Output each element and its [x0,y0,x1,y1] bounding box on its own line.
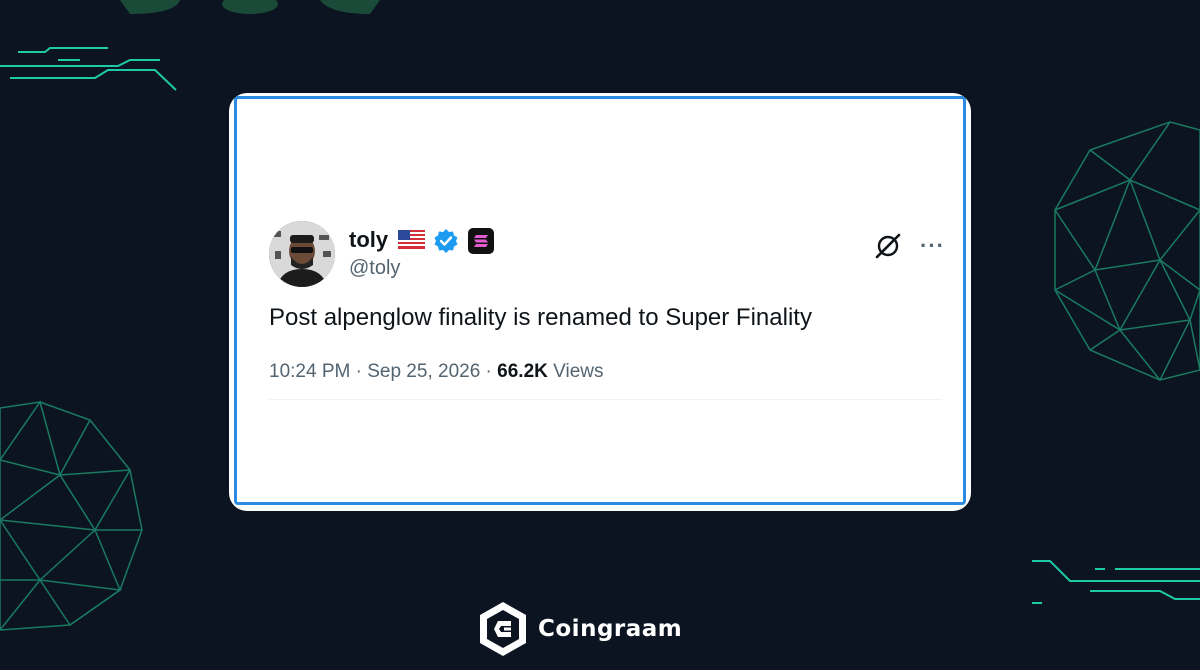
more-options-icon[interactable]: ··· [920,235,945,257]
views-count: 66.2K [497,361,548,382]
circuit-lines-top-left [0,47,177,91]
tweet-time[interactable]: 10:24 PM [269,361,350,382]
avatar-image [269,221,335,287]
display-name[interactable]: toly [349,227,388,253]
brand-name: Coingraam [538,616,683,642]
verified-badge-icon[interactable] [433,228,459,254]
meta-separator: · [485,361,492,382]
tweet-card-frame: toly @toly ··· Post alpenglow finality i… [234,96,966,505]
tweet-card: toly @toly ··· Post alpenglow finality i… [229,93,971,511]
solana-badge-icon[interactable] [468,228,494,254]
meta-separator: · [355,361,362,382]
user-handle[interactable]: @toly [349,257,400,280]
views-label: Views [553,361,604,382]
geodesic-sphere-right [1054,121,1200,382]
divider [269,399,942,400]
us-flag-icon [398,230,425,249]
tweet-text: Post alpenglow finality is renamed to Su… [269,304,812,331]
tweet-meta: 10:24 PM · Sep 25, 2026 · 66.2K Views [269,361,603,383]
grok-icon[interactable] [874,232,902,260]
geodesic-sphere-left [0,400,143,631]
circuit-lines-bottom-right [1032,560,1200,604]
tweet-date[interactable]: Sep 25, 2026 [367,361,480,382]
avatar[interactable] [269,221,335,287]
decorative-arcs-top [120,0,380,14]
brand-footer: Coingraam [478,601,682,657]
coingraam-logo-icon [480,602,526,656]
